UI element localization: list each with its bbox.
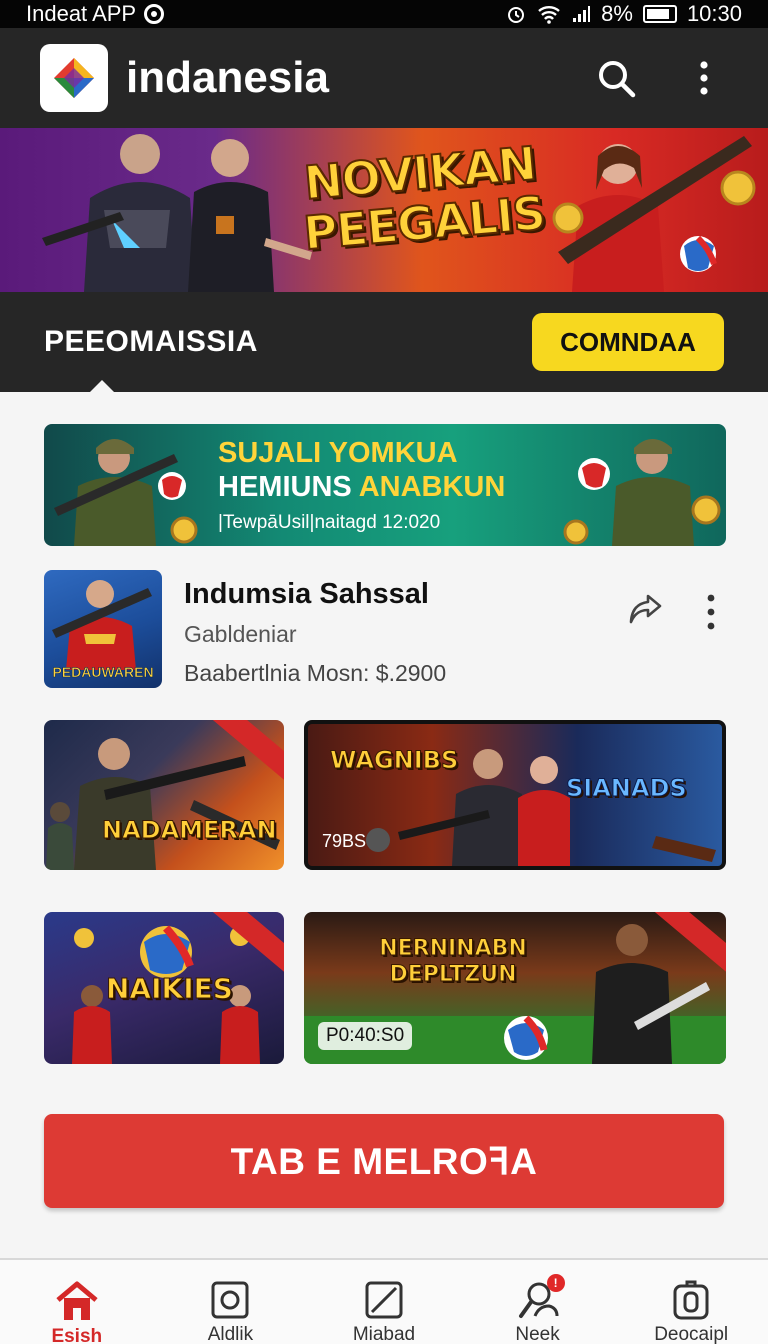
battery-percent: 8% [601, 1, 633, 26]
card-title: NAIKIES [106, 972, 234, 1006]
nav-item-miabad[interactable]: Miabad [309, 1260, 459, 1344]
promo-soldier-right [563, 439, 721, 546]
nav-item-deocaipl[interactable]: Deocaipl [616, 1260, 766, 1344]
nav-label: Neek [515, 1324, 560, 1344]
item-actions [628, 594, 716, 630]
item-price: Baabertlnia Mosn: $.2900 [184, 660, 447, 686]
app-logo[interactable] [40, 44, 108, 112]
nav-label: Miabad [352, 1324, 416, 1344]
status-right: 8% 10:30 [505, 1, 742, 27]
primary-cta-button[interactable]: TAB E MELROꟻA [44, 1114, 724, 1208]
nav-label: Deocaipl [654, 1324, 729, 1344]
share-icon[interactable] [628, 594, 662, 624]
section-header: PEEOMAISSIA COMNDAA [0, 292, 768, 392]
search-button[interactable] [592, 54, 640, 102]
item-info: Indumsia Sahssal Gabldeniar Baabertlnia … [184, 570, 628, 687]
promo-subheadline: HEMIUNS ANABKUN [218, 470, 505, 504]
game-card[interactable]: WAGNIBS SIANADS 79BS [304, 720, 726, 870]
status-bar: Indeat APP 8% 10:30 [0, 0, 768, 28]
notification-icon [144, 4, 165, 24]
promo-headline: SUJALI YOMKUA [218, 437, 458, 469]
hero-banner[interactable]: NOVIKAN PEEGALIS [0, 128, 768, 292]
status-app-name: Indeat APP [26, 1, 137, 26]
nav-label: Esish [51, 1326, 103, 1344]
item-title: Indumsia Sahssal [184, 578, 429, 610]
section-caret [90, 380, 114, 392]
overflow-menu-button[interactable] [680, 54, 728, 102]
promo-banner[interactable]: SUJALI YOMKUA HEMIUNS ANABKUN |TewpāUsil… [44, 424, 726, 546]
app-bar: indanesia [0, 28, 768, 128]
item-subtitle: Gabldeniar [184, 621, 297, 647]
app-screen: Indeat APP 8% 10:30 indanesia NOVIKAN PE… [0, 0, 768, 1344]
thumbnail-label: PEDAUWAREN [52, 664, 154, 681]
card-title: NADAMERAN [102, 816, 278, 845]
slash-box-icon [365, 1281, 403, 1319]
logo-icon [54, 58, 94, 98]
wifi-icon [538, 6, 560, 24]
more-vert-icon[interactable] [706, 594, 716, 630]
promo-subheadline-a: HEMIUNS [218, 471, 352, 503]
search-icon [599, 61, 636, 98]
card-duration: P0:40:S0 [318, 1022, 413, 1050]
item-thumbnail[interactable]: PEDAUWAREN [44, 570, 162, 688]
battery-icon [642, 5, 677, 23]
nav-label: Aldlik [207, 1324, 254, 1344]
promo-subheadline-b: ANABKUN [358, 471, 506, 503]
section-title: PEEOMAISSIA [44, 325, 258, 358]
nav-item-neek[interactable]: ! Neek [463, 1260, 613, 1344]
hero-characters-left [42, 134, 312, 292]
card-title: WAGNIBS [329, 746, 459, 775]
more-vert-icon [700, 61, 708, 95]
status-left: Indeat APP [26, 1, 165, 27]
card-title: NERNINABN DEPLTZUN [379, 936, 528, 988]
promo-caption: |TewpāUsil|naitagd 12:020 [218, 512, 441, 533]
square-icon [211, 1281, 249, 1319]
promo-soldier-left [54, 439, 198, 546]
list-item[interactable]: PEDAUWAREN Indumsia Sahssal Gabldeniar B… [44, 570, 726, 688]
alarm-icon [508, 7, 525, 23]
game-card[interactable]: NAIKIES [44, 912, 284, 1064]
card-duration: 79BS [322, 831, 367, 851]
section-action-button[interactable]: COMNDAA [532, 313, 724, 371]
home-icon [56, 1281, 98, 1320]
app-title: indanesia [126, 53, 329, 102]
status-time: 10:30 [686, 1, 742, 26]
game-card[interactable]: NERNINABN DEPLTZUN P0:40:S0 [304, 912, 726, 1064]
nav-item-aldlik[interactable]: Aldlik [155, 1260, 305, 1344]
notification-badge: ! [546, 1274, 565, 1292]
card-title-secondary: SIANADS [566, 774, 688, 803]
nav-item-home[interactable]: Esish [2, 1260, 152, 1344]
signal-icon [573, 6, 591, 22]
game-card[interactable]: NADAMERAN [44, 720, 284, 870]
promo-text: SUJALI YOMKUA HEMIUNS ANABKUN |TewpāUsil… [218, 436, 505, 538]
bottom-navigation: Esish Aldlik Miabad ! Neek Deocaipl [0, 1258, 768, 1344]
hero-title: NOVIKAN PEEGALIS [278, 135, 566, 261]
bag-icon [673, 1280, 709, 1320]
hero-character-right [552, 136, 756, 292]
